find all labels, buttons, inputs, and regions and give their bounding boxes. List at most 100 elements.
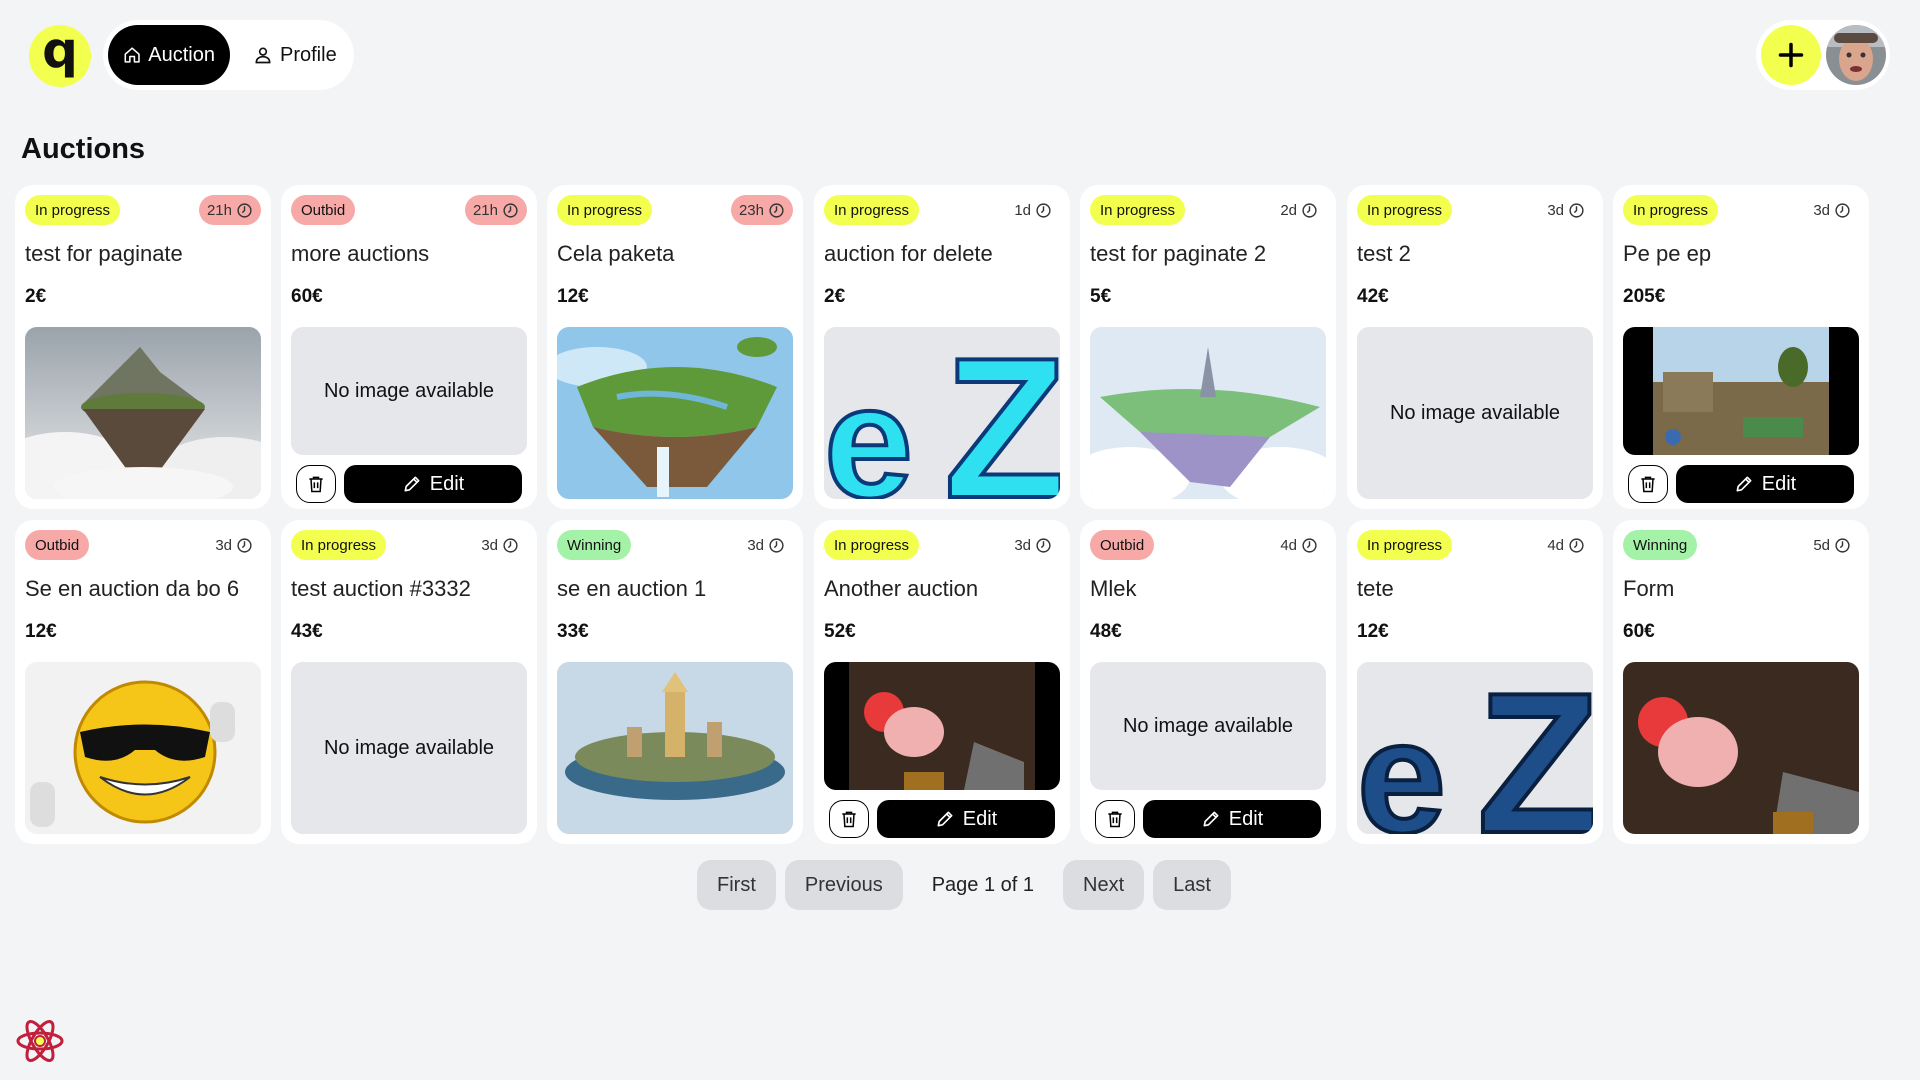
status-badge: Winning	[1623, 530, 1698, 560]
auction-title: Cela paketa	[557, 241, 675, 266]
time-remaining: 23h	[730, 195, 793, 225]
time-remaining: 1d	[1006, 195, 1060, 225]
time-remaining-label: 3d	[481, 536, 498, 554]
card-actions: Edit	[1095, 800, 1321, 838]
clock-icon	[1302, 202, 1317, 218]
auction-card[interactable]: Winning 3d se en auction 1 33€	[547, 520, 803, 844]
card-actions: Edit	[829, 800, 1055, 838]
nav-item-auction[interactable]: Auction	[108, 25, 230, 85]
nav-item-profile[interactable]: Profile	[238, 25, 352, 85]
clock-icon	[1569, 202, 1584, 218]
avatar[interactable]	[1826, 25, 1886, 85]
clock-icon	[1569, 537, 1584, 553]
header-actions	[1756, 20, 1890, 90]
time-remaining-label: 21h	[472, 201, 498, 219]
auction-title: test auction #3332	[291, 576, 471, 601]
main-nav: Auction Profile	[103, 20, 354, 90]
no-image-placeholder: No image available	[1357, 327, 1593, 499]
auction-title: test 2	[1357, 241, 1411, 266]
time-remaining-label: 1d	[1014, 201, 1031, 219]
page-title: Auctions	[21, 133, 146, 165]
auction-price: 12€	[557, 286, 589, 307]
edit-label: Edit	[962, 807, 998, 830]
auction-price: 12€	[25, 621, 57, 642]
edit-button[interactable]: Edit	[1676, 465, 1854, 503]
auction-title: auction for delete	[824, 241, 993, 266]
auction-card[interactable]: In progress 21h test for paginate 2€	[15, 185, 271, 509]
status-badge: In progress	[25, 195, 121, 225]
card-actions: Edit	[296, 465, 522, 503]
svg-text:e: e	[824, 352, 913, 499]
auction-price: 5€	[1090, 286, 1112, 307]
clock-icon	[1036, 202, 1051, 218]
clock-icon	[769, 202, 784, 218]
nav-item-label: Profile	[280, 43, 337, 66]
page-indicator: Page 1 of 1	[931, 873, 1035, 896]
svg-text:Zo: Zo	[1477, 662, 1593, 834]
auction-card[interactable]: In progress 2d test for paginate 2 5€	[1080, 185, 1336, 509]
nav-item-label: Auction	[148, 43, 215, 66]
auction-card[interactable]: Winning 5d Form 60€	[1613, 520, 1869, 844]
top-bar: q Auction Profile	[0, 0, 1920, 112]
time-remaining: 3d	[1805, 195, 1859, 225]
clock-icon	[1302, 537, 1317, 553]
auction-price: 60€	[1623, 621, 1655, 642]
svg-text:Zo: Zo	[944, 327, 1060, 499]
status-badge: In progress	[1623, 195, 1719, 225]
next-page-button[interactable]: Next	[1063, 860, 1145, 910]
status-badge: Winning	[557, 530, 632, 560]
time-remaining: 4d	[1272, 530, 1326, 560]
edit-label: Edit	[1761, 472, 1797, 495]
auction-card[interactable]: Outbid 4d Mlek 48€ No image available Edit	[1080, 520, 1336, 844]
app-logo[interactable]: q	[29, 25, 91, 87]
home-icon	[124, 47, 140, 63]
auction-card[interactable]: In progress 4d tete 12€ eZo	[1347, 520, 1603, 844]
react-devtools-icon[interactable]	[14, 1015, 66, 1067]
clock-icon	[769, 537, 784, 553]
time-remaining: 3d	[473, 530, 527, 560]
clock-icon	[237, 537, 252, 553]
auction-card[interactable]: In progress 1d auction for delete 2€ eZo	[814, 185, 1070, 509]
auction-card[interactable]: In progress 3d test auction #3332 43€ No ima…	[281, 520, 537, 844]
time-remaining-label: 3d	[215, 536, 232, 554]
previous-page-button[interactable]: Previous	[784, 860, 903, 910]
auction-title: test for paginate 2	[1090, 241, 1267, 266]
time-remaining: 4d	[1539, 530, 1593, 560]
auction-title: Form	[1623, 576, 1675, 601]
status-badge: In progress	[824, 195, 920, 225]
time-remaining: 3d	[1539, 195, 1593, 225]
status-badge: Outbid	[291, 195, 356, 225]
auction-card[interactable]: In progress 3d Another auction 52€ Edit	[814, 520, 1070, 844]
auction-title: Se en auction da bo 6	[25, 576, 240, 601]
time-remaining-label: 5d	[1813, 536, 1830, 554]
auction-card[interactable]: In progress 3d Pe pe ep 205€ Edit	[1613, 185, 1869, 509]
delete-button[interactable]	[296, 465, 336, 503]
auction-card[interactable]: Outbid 21h more auctions 60€ No image availa…	[281, 185, 537, 509]
auction-price: 42€	[1357, 286, 1389, 307]
time-remaining-label: 4d	[1280, 536, 1297, 554]
delete-button[interactable]	[829, 800, 869, 838]
first-page-button[interactable]: First	[697, 860, 776, 910]
edit-button[interactable]: Edit	[877, 800, 1055, 838]
auction-image	[557, 327, 793, 499]
auction-title: tete	[1357, 576, 1394, 601]
plus-icon	[1778, 42, 1804, 68]
auction-image	[1090, 327, 1326, 499]
auction-title: more auctions	[291, 241, 430, 266]
time-remaining-label: 21h	[206, 201, 232, 219]
last-page-button[interactable]: Last	[1153, 860, 1231, 910]
add-auction-button[interactable]	[1761, 25, 1821, 85]
auction-card[interactable]: In progress 3d test 2 42€ No image available	[1347, 185, 1603, 509]
no-image-placeholder: No image available	[1090, 662, 1326, 790]
pencil-icon	[1203, 811, 1219, 827]
time-remaining: 21h	[464, 195, 527, 225]
edit-button[interactable]: Edit	[344, 465, 522, 503]
delete-button[interactable]	[1628, 465, 1668, 503]
auction-card[interactable]: In progress 23h Cela paketa 12€	[547, 185, 803, 509]
clock-icon	[503, 537, 518, 553]
time-remaining-label: 3d	[1547, 201, 1564, 219]
edit-button[interactable]: Edit	[1143, 800, 1321, 838]
delete-button[interactable]	[1095, 800, 1135, 838]
auction-title: se en auction 1	[557, 576, 707, 601]
auction-card[interactable]: Outbid 3d Se en auction da bo 6 12€	[15, 520, 271, 844]
